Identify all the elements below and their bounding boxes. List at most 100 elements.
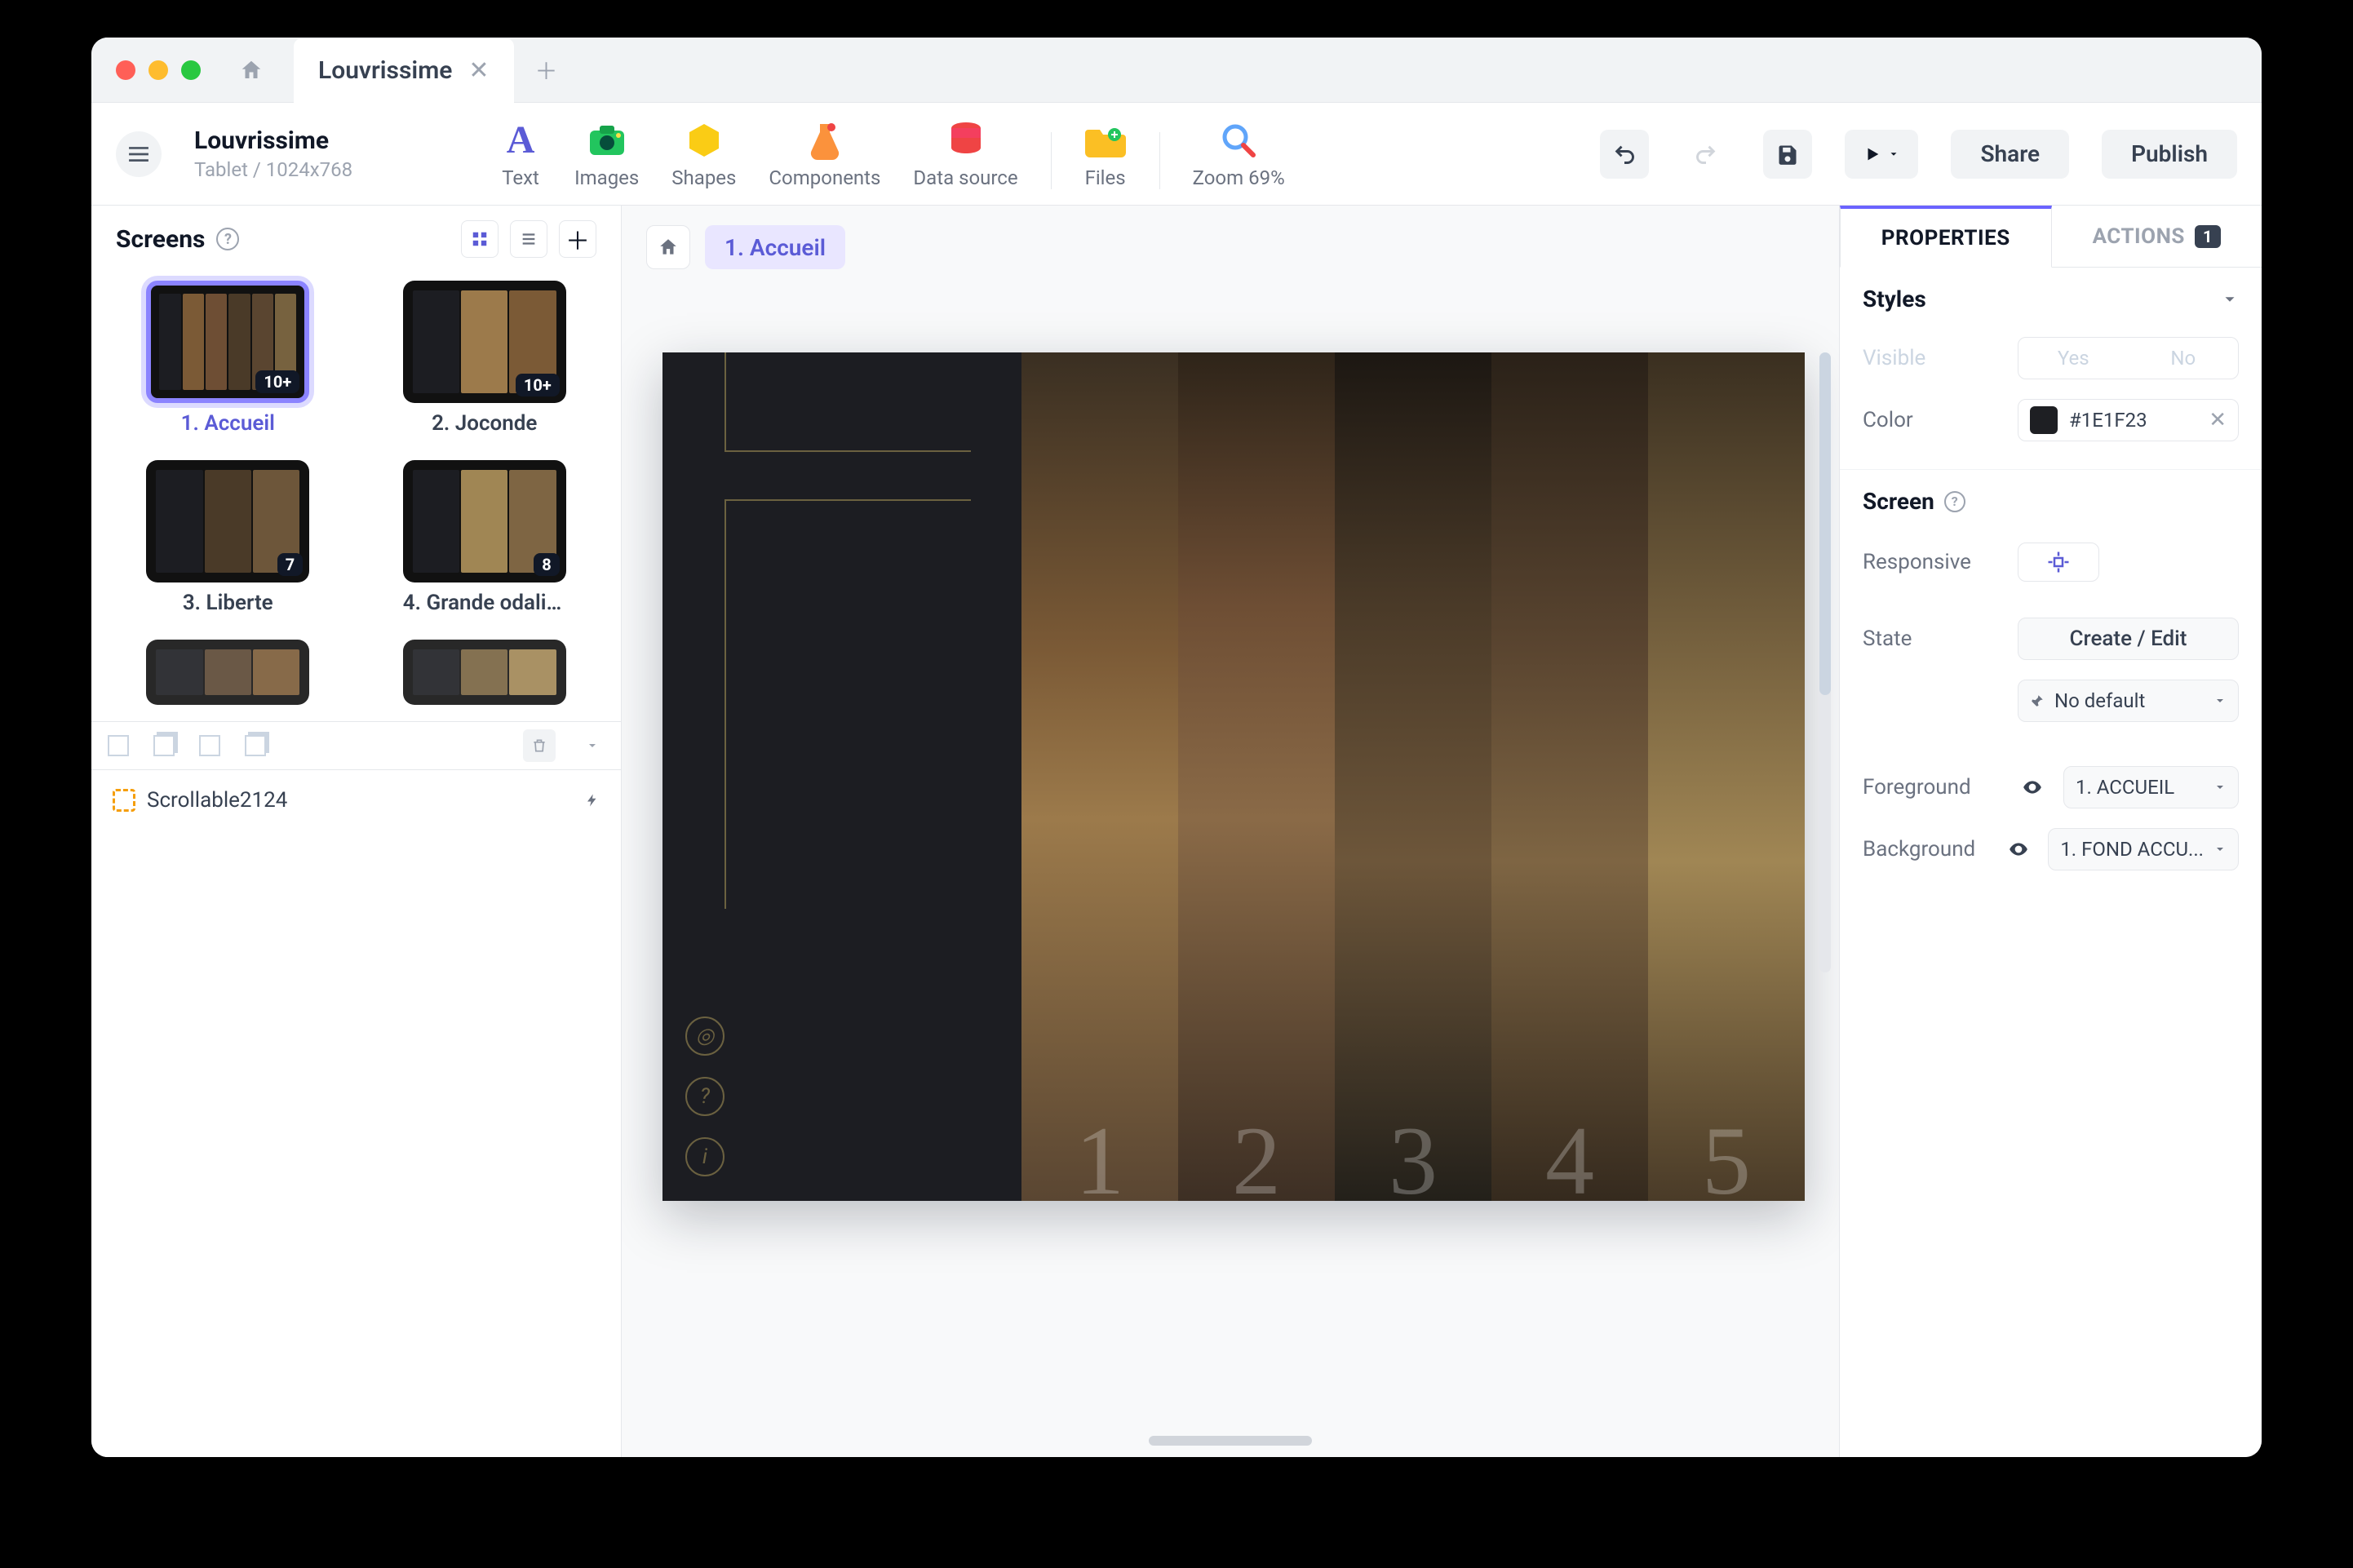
- foreground-row: Foreground 1. ACCUEIL: [1863, 756, 2239, 818]
- screen-header: Screen: [1863, 488, 1934, 515]
- home-tab[interactable]: [225, 44, 277, 96]
- shapes-tool[interactable]: Shapes: [671, 119, 736, 189]
- zoom-tool[interactable]: Zoom 69%: [1193, 119, 1285, 189]
- painting-strip[interactable]: 2: [1178, 352, 1335, 1201]
- canvas-scrollbar[interactable]: [1819, 352, 1831, 972]
- delete-layer-button[interactable]: [523, 729, 556, 762]
- breadcrumb: 1. Accueil: [646, 225, 845, 269]
- breadcrumb-current[interactable]: 1. Accueil: [705, 225, 845, 269]
- window-controls: [108, 60, 209, 80]
- share-button[interactable]: Share: [1951, 130, 2069, 179]
- layer-toolbar: [91, 721, 621, 770]
- grid-view-button[interactable]: [461, 220, 499, 258]
- redo-icon: [1694, 143, 1718, 166]
- save-button[interactable]: [1763, 130, 1812, 179]
- screen-card-liberte[interactable]: 7 3. Liberte: [116, 460, 340, 615]
- painting-strip[interactable]: 3: [1335, 352, 1491, 1201]
- tab-properties[interactable]: PROPERTIES: [1840, 206, 2052, 268]
- location-icon[interactable]: ◎: [685, 1017, 725, 1056]
- breadcrumb-home[interactable]: [646, 225, 690, 269]
- folder-icon: [1084, 119, 1127, 162]
- foreground-select[interactable]: 1. ACCUEIL: [2063, 766, 2239, 808]
- close-window-icon[interactable]: [116, 60, 135, 80]
- publish-button[interactable]: Publish: [2102, 130, 2237, 179]
- eye-icon[interactable]: [2018, 773, 2047, 802]
- maximize-window-icon[interactable]: [181, 60, 201, 80]
- info-icon[interactable]: i: [685, 1137, 725, 1176]
- chevron-down-icon: [2213, 694, 2227, 707]
- add-screen-button[interactable]: ＋: [559, 220, 596, 258]
- chevron-down-icon[interactable]: [2221, 290, 2239, 308]
- components-tool[interactable]: Components: [769, 119, 880, 189]
- layer-icon[interactable]: [199, 735, 220, 756]
- project-tab[interactable]: Louvrissime ✕: [294, 38, 514, 104]
- project-title: Louvrissime Tablet / 1024x768: [194, 126, 352, 181]
- screen-card-partial[interactable]: [116, 640, 340, 705]
- bottom-drag-handle[interactable]: [1149, 1436, 1312, 1446]
- datasource-tool[interactable]: Data source: [913, 119, 1017, 189]
- painting-strip[interactable]: 5: [1648, 352, 1805, 1201]
- menu-button[interactable]: [116, 131, 162, 177]
- color-row: Color #1E1F23 ✕: [1863, 389, 2239, 451]
- responsive-toggle[interactable]: [2018, 543, 2099, 582]
- eye-icon[interactable]: [2005, 835, 2032, 864]
- layer-icon[interactable]: [153, 735, 175, 756]
- screen-card-odalisque[interactable]: 8 4. Grande odalis...: [373, 460, 597, 615]
- images-tool[interactable]: Images: [574, 119, 639, 189]
- layer-more-button[interactable]: [580, 729, 605, 762]
- workspace: Screens ? ＋ 10+ 1. Accueil 10+ 2. J: [91, 206, 2262, 1457]
- left-panel: Screens ? ＋ 10+ 1. Accueil 10+ 2. J: [91, 206, 622, 1457]
- state-row: State Create / Edit: [1863, 608, 2239, 670]
- background-select[interactable]: 1. FOND ACCU...: [2048, 828, 2239, 870]
- artboard[interactable]: ◎ ? i 1 2 3 4 5: [662, 352, 1805, 1201]
- tab-strip: Louvrissime ✕ ＋: [91, 38, 2262, 103]
- help-icon[interactable]: ?: [1944, 491, 1965, 512]
- painting-strip[interactable]: 4: [1491, 352, 1648, 1201]
- right-tabs: PROPERTIES ACTIONS 1: [1840, 206, 2262, 268]
- flask-icon: [804, 119, 846, 162]
- undo-button[interactable]: [1600, 130, 1649, 179]
- tab-actions[interactable]: ACTIONS 1: [2052, 206, 2262, 268]
- preview-button[interactable]: [1845, 130, 1918, 179]
- help-icon[interactable]: ?: [685, 1077, 725, 1116]
- styles-header: Styles: [1863, 286, 1926, 312]
- layer-icon[interactable]: [108, 735, 129, 756]
- state-default-row: No default: [1863, 670, 2239, 732]
- artboard-strips: 1 2 3 4 5: [1021, 352, 1805, 1201]
- text-tool[interactable]: A Text: [499, 119, 542, 189]
- visible-row: Visible Yes No: [1863, 327, 2239, 389]
- layer-icon[interactable]: [245, 735, 266, 756]
- close-tab-icon[interactable]: ✕: [468, 56, 489, 85]
- scrollbar-thumb[interactable]: [1819, 352, 1831, 695]
- list-view-button[interactable]: [510, 220, 547, 258]
- screen-card-accueil[interactable]: 10+ 1. Accueil: [116, 281, 340, 436]
- redo-button[interactable]: [1682, 130, 1730, 179]
- list-icon: [520, 230, 538, 248]
- screen-card-partial[interactable]: [373, 640, 597, 705]
- actions-count-badge: 1: [2195, 225, 2221, 248]
- canvas[interactable]: 1. Accueil ◎ ? i 1 2 3 4 5: [622, 206, 1839, 1457]
- color-input[interactable]: #1E1F23 ✕: [2018, 399, 2239, 441]
- tree-node-scrollable[interactable]: Scrollable2124: [108, 782, 605, 819]
- responsive-icon: [2046, 550, 2071, 574]
- visible-toggle[interactable]: Yes No: [2018, 337, 2239, 379]
- files-tool[interactable]: Files: [1084, 119, 1127, 189]
- painting-strip[interactable]: 1: [1021, 352, 1178, 1201]
- app-window: Louvrissime ✕ ＋ Louvrissime Tablet / 102…: [91, 38, 2262, 1457]
- chevron-down-icon: [586, 739, 599, 752]
- state-create-edit-button[interactable]: Create / Edit: [2018, 618, 2239, 660]
- clear-color-icon[interactable]: ✕: [2209, 408, 2227, 432]
- add-tab-button[interactable]: ＋: [530, 54, 563, 86]
- trash-icon: [531, 737, 547, 755]
- database-icon: [945, 119, 987, 162]
- screens-grid[interactable]: 10+ 1. Accueil 10+ 2. Joconde 7 3. Liber…: [91, 272, 621, 721]
- minimize-window-icon[interactable]: [148, 60, 168, 80]
- state-default-select[interactable]: No default: [2018, 680, 2239, 722]
- artboard-sidebar: ◎ ? i: [662, 352, 1021, 1201]
- help-icon[interactable]: ?: [216, 228, 239, 250]
- styles-section: Styles Visible Yes No Color: [1840, 268, 2262, 470]
- camera-icon: [586, 119, 628, 162]
- screen-card-joconde[interactable]: 10+ 2. Joconde: [373, 281, 597, 436]
- color-swatch: [2030, 406, 2058, 434]
- right-panel: PROPERTIES ACTIONS 1 Styles Visible Yes: [1839, 206, 2262, 1457]
